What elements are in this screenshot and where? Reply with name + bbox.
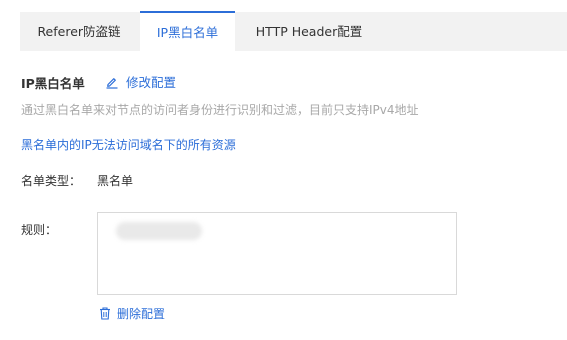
blacklist-notice: 黑名单内的IP无法访问域名下的所有资源 [21, 138, 236, 152]
section-description: 通过黑白名单来对节点的访问者身份进行识别和过滤，目前只支持IPv4地址 [21, 103, 419, 117]
tab-ip-blacklist[interactable]: IP黑白名单 [140, 11, 235, 52]
section-title: IP黑白名单 [21, 76, 85, 91]
rules-textarea[interactable] [97, 212, 457, 295]
redacted-rules-content [116, 222, 202, 240]
rules-label: 规则： [21, 223, 58, 237]
delete-config-label: 删除配置 [117, 307, 166, 321]
delete-config-link[interactable]: 删除配置 [99, 305, 165, 322]
trash-icon [99, 307, 111, 320]
pencil-icon [105, 75, 119, 89]
tab-bar: Referer防盗链 IP黑白名单 HTTP Header配置 [20, 11, 567, 52]
edit-config-link[interactable]: 修改配置 [105, 72, 176, 91]
edit-config-label: 修改配置 [126, 75, 177, 90]
list-type-value: 黑名单 [97, 174, 134, 188]
tab-http-header[interactable]: HTTP Header配置 [245, 12, 373, 51]
tab-referer[interactable]: Referer防盗链 [20, 12, 138, 51]
list-type-label: 名单类型： [21, 174, 82, 188]
